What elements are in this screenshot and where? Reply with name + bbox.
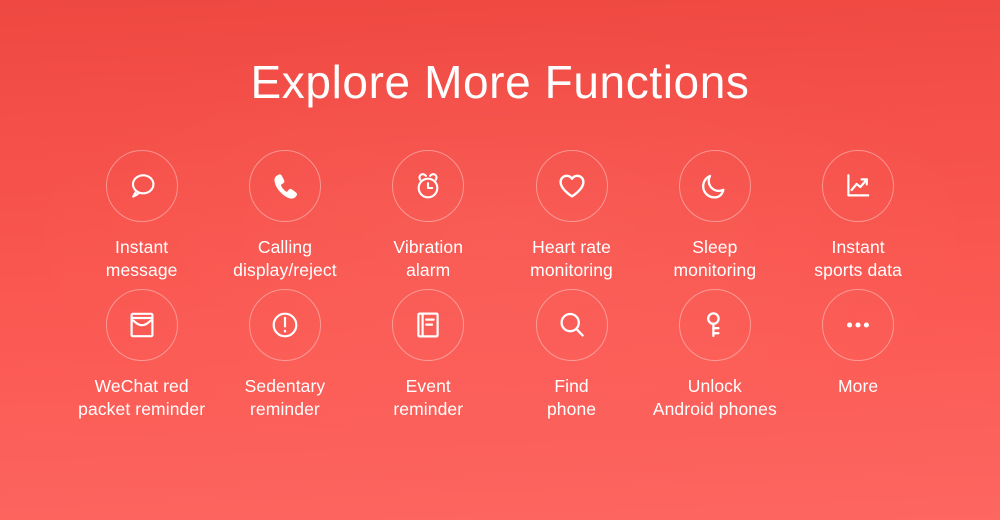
feature-label: Event reminder [393,376,464,419]
feature-label: Vibration alarm [393,237,464,280]
moon-icon [678,150,751,222]
feature-item-heart-rate[interactable]: Heart rate monitoring [500,150,643,282]
feature-item-sedentary-reminder[interactable]: Sedentary reminder [213,289,356,421]
promo-banner: Explore More Functions Instant message C… [0,0,1000,520]
feature-label: Find phone [546,376,597,419]
feature-item-more[interactable]: More [786,289,929,421]
feature-label: WeChat red packet reminder [78,376,206,419]
feature-item-calling-display[interactable]: Calling display/reject [213,150,356,282]
heart-icon [535,150,608,222]
chat-bubble-icon [105,150,178,222]
feature-label: Instant message [105,237,178,280]
feature-label: More [837,376,879,396]
line-chart-icon [822,150,895,222]
feature-grid: Instant message Calling display/reject V… [70,150,930,421]
feature-item-unlock-android[interactable]: Unlock Android phones [643,289,786,421]
feature-label: Sleep monitoring [673,237,757,280]
feature-item-sports-data[interactable]: Instant sports data [786,150,929,282]
feature-item-find-phone[interactable]: Find phone [500,289,643,421]
exclamation-circle-icon [248,289,321,361]
document-note-icon [392,289,465,361]
page-title: Explore More Functions [250,56,750,108]
feature-item-wechat-red-packet[interactable]: WeChat red packet reminder [70,289,213,421]
feature-label: Calling display/reject [233,237,337,280]
feature-label: Sedentary reminder [244,376,326,419]
ellipsis-more-icon [822,289,895,361]
feature-item-instant-message[interactable]: Instant message [70,150,213,282]
envelope-inbox-icon [105,289,178,361]
feature-row-1: Instant message Calling display/reject V… [70,150,930,282]
alarm-clock-icon [392,150,465,222]
feature-row-2: WeChat red packet reminder Sedentary rem… [70,289,930,421]
magnifier-search-icon [535,289,608,361]
feature-label: Unlock Android phones [652,376,777,419]
feature-label: Instant sports data [814,237,902,280]
feature-item-sleep-monitoring[interactable]: Sleep monitoring [643,150,786,282]
key-icon [678,289,751,361]
feature-item-vibration-alarm[interactable]: Vibration alarm [357,150,500,282]
feature-label: Heart rate monitoring [530,237,613,280]
feature-item-event-reminder[interactable]: Event reminder [357,289,500,421]
phone-call-icon [248,150,321,222]
